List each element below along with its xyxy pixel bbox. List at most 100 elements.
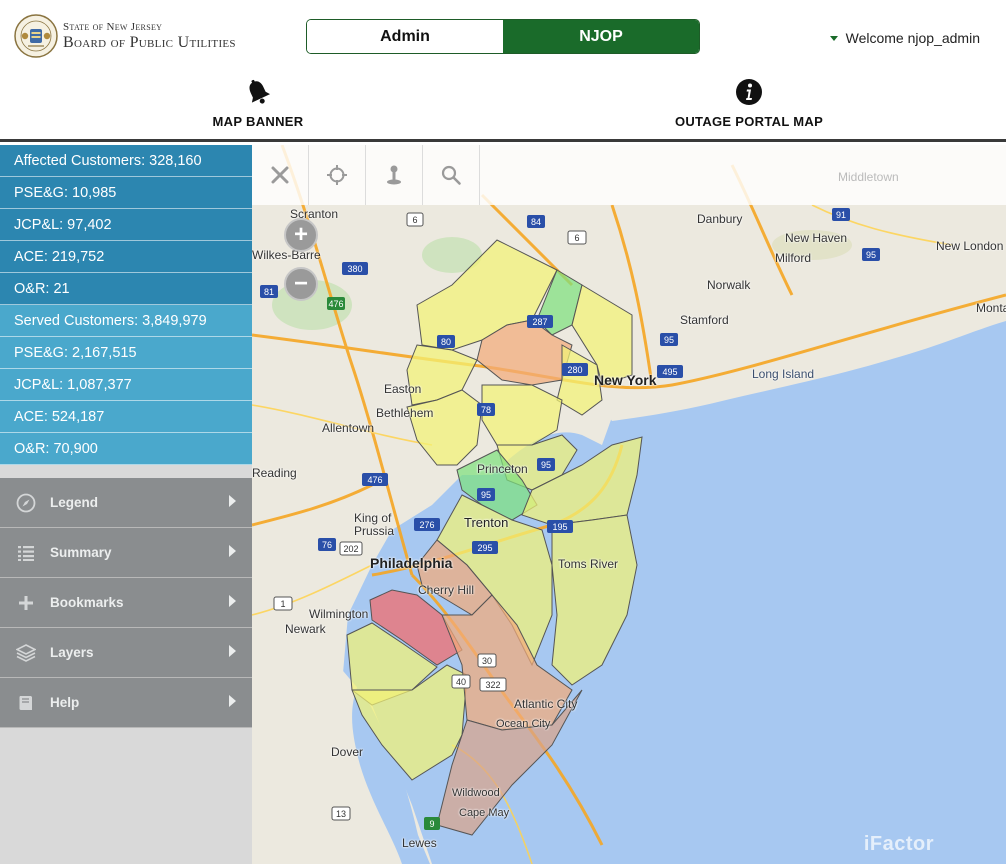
label-wilmington: Wilmington	[309, 607, 369, 621]
stat-served-pseg: PSE&G: 2,167,515	[0, 337, 252, 369]
portal-toggle: Admin NJOP	[306, 19, 700, 54]
label-new-london: New London	[936, 239, 1004, 253]
board-name: Board of Public Utilities	[63, 34, 236, 51]
search-icon	[441, 165, 461, 185]
stat-served-total: Served Customers: 3,849,979	[0, 305, 252, 337]
search-tool-button[interactable]	[423, 145, 480, 205]
label-new-haven: New Haven	[785, 231, 848, 245]
label-philadelphia: Philadelphia	[370, 555, 453, 571]
menu-bookmarks[interactable]: Bookmarks	[0, 578, 252, 628]
svg-text:13: 13	[336, 809, 346, 819]
label-ocean-city: Ocean City	[496, 718, 551, 730]
svg-text:78: 78	[481, 405, 491, 415]
chevron-right-icon	[229, 595, 236, 607]
app-root: State of New Jersey Board of Public Util…	[0, 0, 1006, 864]
county-ocean	[551, 514, 638, 686]
label-bethlehem: Bethlehem	[376, 406, 434, 420]
stat-affected-ace: ACE: 219,752	[0, 241, 252, 273]
layers-icon	[16, 643, 36, 662]
svg-text:30: 30	[482, 656, 492, 666]
svg-text:84: 84	[531, 217, 541, 227]
svg-text:40: 40	[456, 677, 466, 687]
label-allentown: Allentown	[322, 421, 375, 435]
label-toms-river: Toms River	[558, 557, 619, 571]
label-wildwood: Wildwood	[452, 787, 500, 799]
svg-text:9: 9	[429, 819, 434, 829]
svg-text:195: 195	[552, 522, 567, 532]
svg-text:6: 6	[574, 233, 579, 243]
label-lewes: Lewes	[402, 836, 437, 850]
menu-legend[interactable]: Legend	[0, 478, 252, 528]
chevron-right-icon	[229, 695, 236, 707]
crosshair-icon	[327, 165, 347, 185]
stat-served-or: O&R: 70,900	[0, 433, 252, 465]
nj-seal-icon	[14, 14, 58, 58]
svg-text:80: 80	[441, 337, 451, 347]
svg-text:280: 280	[567, 365, 582, 375]
svg-text:322: 322	[485, 680, 500, 690]
toggle-admin-button[interactable]: Admin	[307, 20, 503, 53]
welcome-text: Welcome njop_admin	[845, 30, 980, 46]
pin-tool-button[interactable]	[366, 145, 423, 205]
stat-served-jcpl: JCP&L: 1,087,377	[0, 369, 252, 401]
nav-map-banner[interactable]: MAP BANNER	[206, 78, 310, 129]
svg-text:95: 95	[664, 335, 674, 345]
outage-map[interactable]: 6 380 80 287 78 280 95 95 476 276 295 30…	[252, 145, 1006, 864]
affected-customers-panel: Affected Customers: 328,160 PSE&G: 10,98…	[0, 145, 252, 305]
user-menu[interactable]: Welcome njop_admin	[829, 30, 980, 46]
menu-layers[interactable]: Layers	[0, 628, 252, 678]
menu-summary-label: Summary	[50, 545, 112, 560]
list-icon	[18, 545, 34, 561]
svg-text:287: 287	[532, 317, 547, 327]
state-name: State of New Jersey	[63, 21, 163, 33]
pushpin-icon	[387, 165, 401, 185]
svg-text:495: 495	[662, 367, 677, 377]
label-milford: Milford	[775, 251, 812, 265]
menu-help[interactable]: Help	[0, 678, 252, 728]
compass-icon	[16, 493, 36, 512]
ifactor-watermark: iFactor	[864, 833, 934, 856]
close-icon	[271, 166, 289, 184]
menu-layers-label: Layers	[50, 645, 94, 660]
zoom-out-button[interactable]: −	[284, 267, 318, 301]
map-toolbar: Middletown Monta	[252, 145, 1006, 315]
sidebar-divider	[0, 465, 252, 478]
label-danbury: Danbury	[697, 212, 743, 226]
stat-affected-total: Affected Customers: 328,160	[0, 145, 252, 177]
svg-text:276: 276	[419, 520, 434, 530]
svg-text:95: 95	[541, 460, 551, 470]
label-wilkes-barre: Wilkes-Barre	[252, 248, 321, 262]
zoom-in-button[interactable]: +	[284, 218, 318, 252]
toggle-njop-button[interactable]: NJOP	[503, 20, 699, 53]
svg-text:1: 1	[280, 599, 285, 609]
svg-text:81: 81	[264, 287, 274, 297]
info-icon	[736, 79, 762, 105]
served-customers-panel: Served Customers: 3,849,979 PSE&G: 2,167…	[0, 305, 252, 465]
label-new-york: New York	[594, 372, 657, 388]
svg-text:76: 76	[322, 540, 332, 550]
stat-affected-jcpl: JCP&L: 97,402	[0, 209, 252, 241]
clear-tool-button[interactable]	[252, 145, 309, 205]
stat-served-ace: ACE: 524,187	[0, 401, 252, 433]
locate-tool-button[interactable]	[309, 145, 366, 205]
plus-icon	[19, 595, 33, 610]
chevron-right-icon	[229, 495, 236, 507]
label-cherry-hill: Cherry Hill	[418, 583, 475, 597]
label-dover: Dover	[331, 745, 364, 759]
bpu-logo[interactable]: State of New Jersey Board of Public Util…	[14, 14, 274, 60]
map-canvas[interactable]: 6 380 80 287 78 280 95 95 476 276 295 30…	[252, 145, 1006, 864]
label-middletown: Middletown	[838, 170, 899, 184]
nav-outage-portal-map[interactable]: OUTAGE PORTAL MAP	[660, 78, 838, 129]
svg-text:476: 476	[328, 299, 343, 309]
nav-map-banner-label: MAP BANNER	[212, 114, 304, 129]
svg-text:91: 91	[836, 210, 846, 220]
label-king-of-prussia: King of Prussia	[354, 511, 395, 538]
label-trenton: Trenton	[464, 515, 509, 530]
label-reading: Reading	[252, 466, 297, 480]
bell-icon	[249, 79, 271, 104]
svg-text:476: 476	[367, 475, 382, 485]
sidebar: Affected Customers: 328,160 PSE&G: 10,98…	[0, 145, 252, 864]
menu-summary[interactable]: Summary	[0, 528, 252, 578]
chevron-right-icon	[229, 645, 236, 657]
label-montauk: Monta	[976, 301, 1006, 315]
